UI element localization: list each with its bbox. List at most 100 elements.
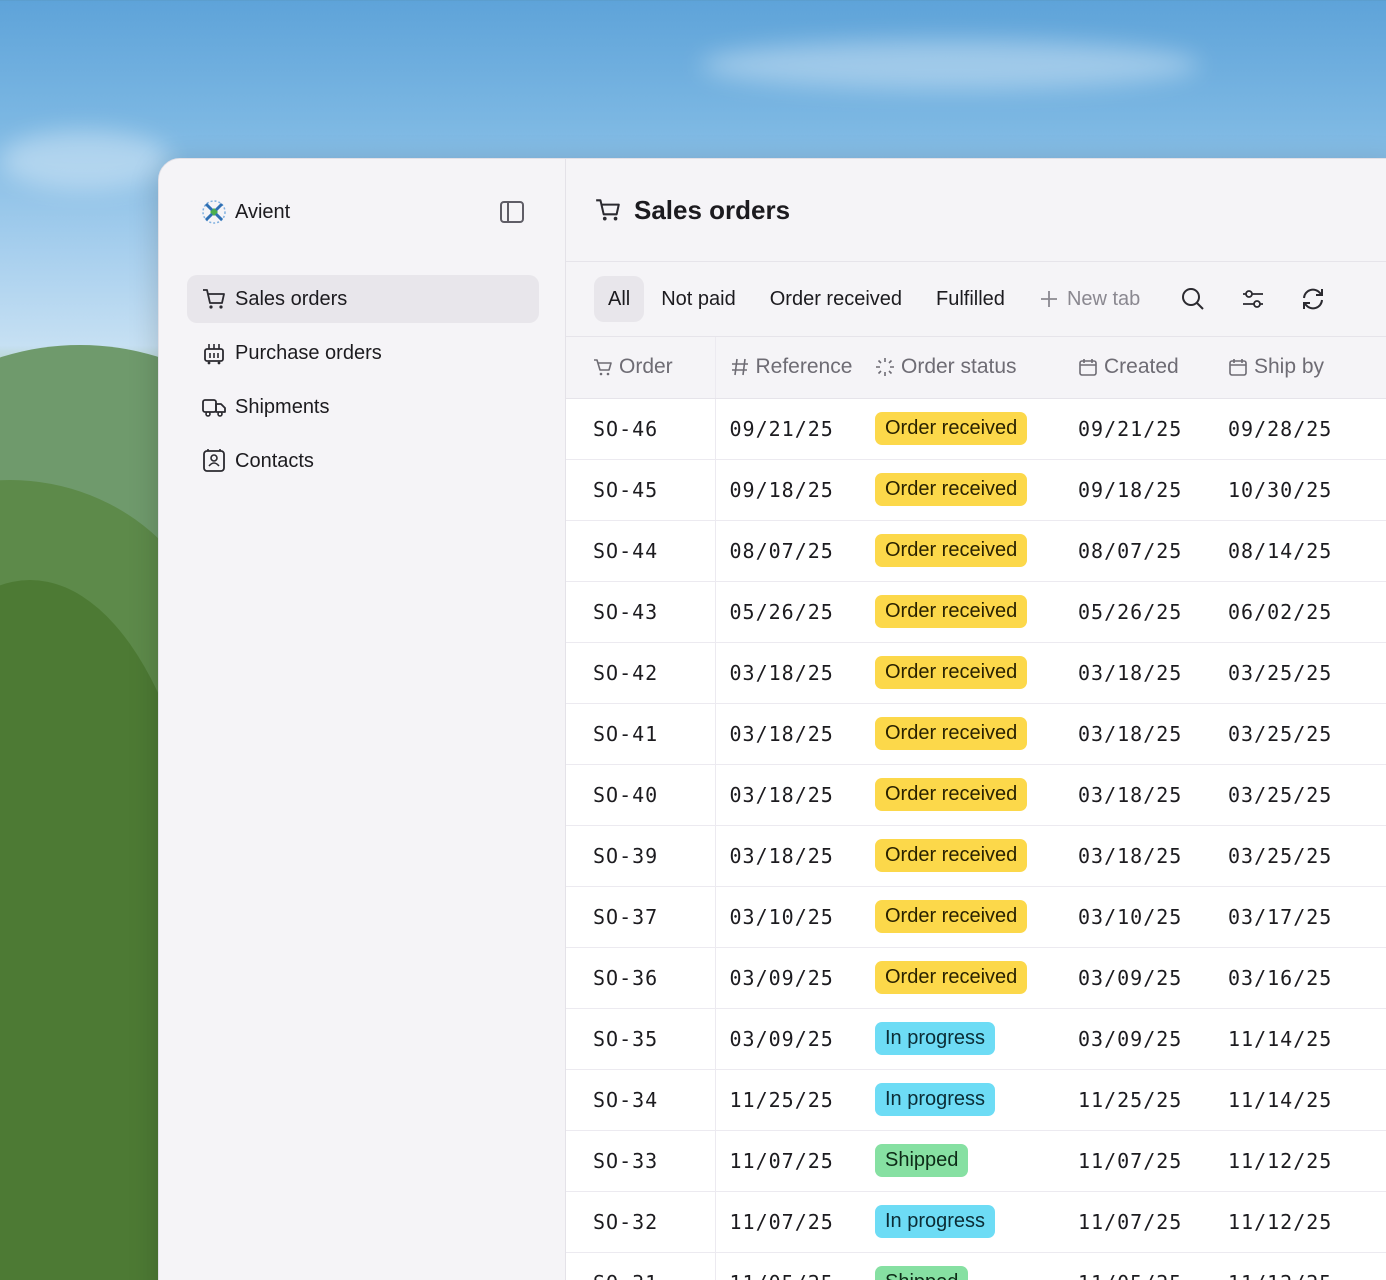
- cell-order: SO-39: [566, 825, 716, 887]
- table-row[interactable]: SO-32 11/07/25 In progress 11/07/25 11/1…: [566, 1191, 1386, 1253]
- sidebar-item-sales-orders[interactable]: Sales orders: [187, 275, 539, 323]
- sidebar: Avient Sales orders Purchase orders Ship…: [159, 159, 566, 1280]
- sidebar-toggle-button[interactable]: [499, 199, 525, 225]
- search-button[interactable]: [1169, 276, 1217, 322]
- status-badge: In progress: [875, 1205, 996, 1238]
- status-badge: Order received: [875, 595, 1028, 628]
- cell-order: SO-36: [566, 947, 716, 1009]
- cell-created: 11/07/25: [1078, 1130, 1228, 1192]
- cell-reference: 11/07/25: [715, 1130, 875, 1192]
- sliders-icon: [1243, 290, 1264, 308]
- refresh-icon: [1303, 288, 1324, 310]
- sales-orders-table: Order Reference Order status Created Shi…: [566, 337, 1386, 1280]
- truck-icon: [202, 399, 226, 417]
- table-body: SO-46 09/21/25 Order received 09/21/25 0…: [566, 398, 1386, 1280]
- cell-reference: 03/18/25: [715, 825, 875, 887]
- cell-ship-by: 11/12/25: [1228, 1130, 1386, 1192]
- table-row[interactable]: SO-46 09/21/25 Order received 09/21/25 0…: [566, 398, 1386, 460]
- cell-order: SO-32: [566, 1191, 716, 1253]
- table-row[interactable]: SO-41 03/18/25 Order received 03/18/25 0…: [566, 703, 1386, 765]
- cart-icon: [594, 359, 612, 376]
- cell-reference: 11/07/25: [715, 1191, 875, 1253]
- contact-icon: [203, 449, 225, 472]
- cell-ship-by: 03/25/25: [1228, 703, 1386, 765]
- status-badge: Order received: [875, 839, 1028, 872]
- status-badge: Shipped: [875, 1266, 969, 1280]
- column-label: Created: [1104, 355, 1179, 379]
- tab-all[interactable]: All: [594, 276, 645, 322]
- cell-ship-by: 06/02/25: [1228, 581, 1386, 643]
- status-badge: Order received: [875, 717, 1028, 750]
- column-ship-by[interactable]: Ship by: [1228, 337, 1386, 399]
- cell-reference: 09/21/25: [715, 398, 875, 460]
- cell-reference: 11/05/25: [715, 1252, 875, 1280]
- new-tab-button[interactable]: New tab: [1022, 276, 1157, 322]
- cell-status: Order received: [875, 947, 1078, 1009]
- cell-order: SO-43: [566, 581, 716, 643]
- table-row[interactable]: SO-34 11/25/25 In progress 11/25/25 11/1…: [566, 1069, 1386, 1131]
- table-header-row: Order Reference Order status Created Shi…: [566, 337, 1386, 399]
- table-row[interactable]: SO-43 05/26/25 Order received 05/26/25 0…: [566, 581, 1386, 643]
- status-badge: Order received: [875, 412, 1028, 445]
- status-badge: Order received: [875, 900, 1028, 933]
- column-order-status[interactable]: Order status: [875, 337, 1078, 399]
- cell-ship-by: 03/25/25: [1228, 642, 1386, 704]
- sidebar-item-shipments[interactable]: Shipments: [187, 383, 539, 431]
- column-reference[interactable]: Reference: [715, 337, 875, 399]
- cell-order: SO-37: [566, 886, 716, 948]
- cell-reference: 03/18/25: [715, 642, 875, 704]
- tab-order-received[interactable]: Order received: [753, 276, 919, 322]
- cell-order: SO-41: [566, 703, 716, 765]
- tab-fulfilled[interactable]: Fulfilled: [919, 276, 1022, 322]
- column-label: Order status: [901, 355, 1017, 379]
- brand[interactable]: Avient: [201, 199, 290, 225]
- calendar-icon: [1079, 359, 1097, 377]
- basket-icon: [204, 344, 224, 365]
- cell-ship-by: 11/14/25: [1228, 1008, 1386, 1070]
- cell-status: In progress: [875, 1008, 1078, 1070]
- filter-button[interactable]: [1229, 276, 1277, 322]
- cell-reference: 03/18/25: [715, 703, 875, 765]
- search-icon: [1182, 288, 1205, 310]
- cell-reference: 03/09/25: [715, 1008, 875, 1070]
- cell-ship-by: 10/30/25: [1228, 459, 1386, 521]
- cell-reference: 03/18/25: [715, 764, 875, 826]
- status-badge: In progress: [875, 1022, 996, 1055]
- cell-status: Order received: [875, 581, 1078, 643]
- table-row[interactable]: SO-39 03/18/25 Order received 03/18/25 0…: [566, 825, 1386, 887]
- column-created[interactable]: Created: [1078, 337, 1228, 399]
- table-row[interactable]: SO-36 03/09/25 Order received 03/09/25 0…: [566, 947, 1386, 1009]
- column-label: Ship by: [1254, 355, 1325, 379]
- cell-ship-by: 03/16/25: [1228, 947, 1386, 1009]
- cell-order: SO-42: [566, 642, 716, 704]
- table-row[interactable]: SO-35 03/09/25 In progress 03/09/25 11/1…: [566, 1008, 1386, 1070]
- cell-created: 11/05/25: [1078, 1252, 1228, 1280]
- cell-reference: 05/26/25: [715, 581, 875, 643]
- cell-ship-by: 03/25/25: [1228, 764, 1386, 826]
- table-row[interactable]: SO-40 03/18/25 Order received 03/18/25 0…: [566, 764, 1386, 826]
- brand-name: Avient: [235, 200, 291, 223]
- table-row[interactable]: SO-42 03/18/25 Order received 03/18/25 0…: [566, 642, 1386, 704]
- table-row[interactable]: SO-33 11/07/25 Shipped 11/07/25 11/12/25: [566, 1130, 1386, 1192]
- cell-order: SO-45: [566, 459, 716, 521]
- page-header: Sales orders: [566, 159, 1386, 262]
- refresh-button[interactable]: [1289, 276, 1337, 322]
- loader-icon: [876, 358, 894, 377]
- column-label: Reference: [755, 355, 853, 379]
- table-row[interactable]: SO-44 08/07/25 Order received 08/07/25 0…: [566, 520, 1386, 582]
- table-row[interactable]: SO-31 11/05/25 Shipped 11/05/25 11/12/25: [566, 1252, 1386, 1280]
- sidebar-item-label: Shipments: [235, 395, 330, 418]
- page-title: Sales orders: [634, 194, 791, 225]
- sidebar-item-label: Sales orders: [235, 287, 348, 310]
- sidebar-nav: Sales orders Purchase orders Shipments C…: [187, 275, 539, 491]
- table-row[interactable]: SO-45 09/18/25 Order received 09/18/25 1…: [566, 459, 1386, 521]
- sidebar-item-purchase-orders[interactable]: Purchase orders: [187, 329, 539, 377]
- cell-reference: 09/18/25: [715, 459, 875, 521]
- tab-not-paid[interactable]: Not paid: [644, 276, 753, 322]
- sidebar-item-contacts[interactable]: Contacts: [187, 437, 539, 485]
- table-row[interactable]: SO-37 03/10/25 Order received 03/10/25 0…: [566, 886, 1386, 948]
- column-order[interactable]: Order: [566, 337, 716, 399]
- cell-created: 03/18/25: [1078, 642, 1228, 704]
- cart-icon: [596, 199, 620, 221]
- cell-status: Shipped: [875, 1252, 1078, 1280]
